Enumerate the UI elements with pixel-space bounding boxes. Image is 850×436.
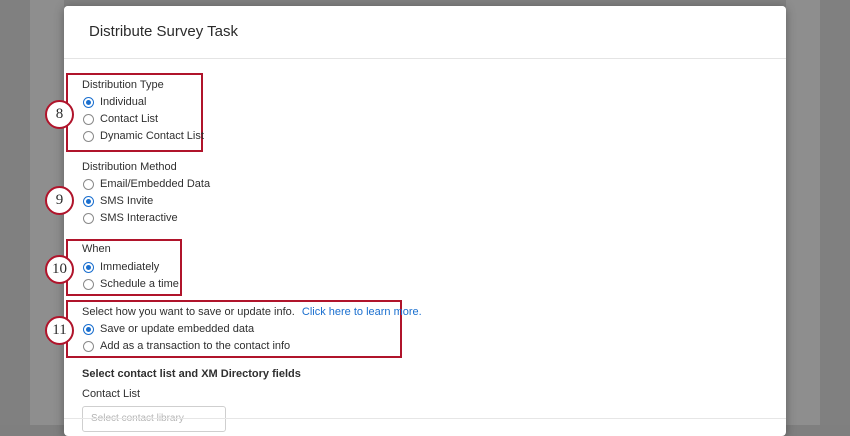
radio-unselected-icon (83, 212, 94, 224)
radio-label: Schedule a time (100, 278, 179, 290)
radio-contact-list[interactable]: Contact List (83, 112, 158, 126)
radio-unselected-icon (83, 340, 94, 352)
save-info-prompt: Select how you want to save or update in… (82, 306, 295, 318)
radio-sms-invite[interactable]: SMS Invite (83, 194, 153, 208)
distribution-type-label: Distribution Type (82, 79, 164, 91)
radio-label: Email/Embedded Data (100, 178, 211, 190)
radio-label: Dynamic Contact List (100, 130, 204, 142)
radio-selected-icon (83, 96, 94, 108)
radio-label: SMS Invite (100, 195, 154, 207)
radio-label: Add as a transaction to the contact info (100, 340, 291, 352)
radio-add-as-transaction[interactable]: Add as a transaction to the contact info (83, 339, 290, 353)
contact-list-label: Contact List (82, 388, 141, 400)
radio-label: Immediately (100, 261, 160, 273)
radio-label: Individual (100, 96, 147, 108)
distribution-method-label: Distribution Method (82, 161, 177, 173)
radio-email-embedded-data[interactable]: Email/Embedded Data (83, 177, 210, 191)
backdrop-panel-right (786, 0, 820, 425)
modal-header: Distribute Survey Task (64, 6, 786, 59)
radio-selected-icon (83, 323, 94, 335)
step-badge-8: 8 (45, 100, 74, 129)
radio-label: SMS Interactive (100, 212, 178, 224)
modal-footer-divider (64, 418, 786, 419)
radio-unselected-icon (83, 278, 94, 290)
radio-unselected-icon (83, 113, 94, 125)
radio-selected-icon (83, 261, 94, 273)
save-info-label: Select how you want to save or update in… (82, 306, 422, 318)
radio-label: Contact List (100, 113, 159, 125)
radio-unselected-icon (83, 130, 94, 142)
radio-schedule-a-time[interactable]: Schedule a time (83, 277, 179, 291)
contact-library-select[interactable]: Select contact library (82, 406, 226, 432)
radio-dynamic-contact-list[interactable]: Dynamic Contact List (83, 129, 204, 143)
when-label: When (82, 243, 111, 255)
step-badge-11: 11 (45, 316, 74, 345)
learn-more-link[interactable]: Click here to learn more. (302, 306, 422, 318)
radio-sms-interactive[interactable]: SMS Interactive (83, 211, 178, 225)
radio-selected-icon (83, 195, 94, 207)
step-badge-9: 9 (45, 186, 74, 215)
radio-unselected-icon (83, 178, 94, 190)
radio-label: Save or update embedded data (100, 323, 255, 335)
radio-immediately[interactable]: Immediately (83, 260, 159, 274)
radio-save-or-update-embedded-data[interactable]: Save or update embedded data (83, 322, 254, 336)
step-badge-10: 10 (45, 255, 74, 284)
contact-fields-heading: Select contact list and XM Directory fie… (82, 368, 301, 380)
radio-individual[interactable]: Individual (83, 95, 146, 109)
modal-title: Distribute Survey Task (89, 23, 238, 40)
